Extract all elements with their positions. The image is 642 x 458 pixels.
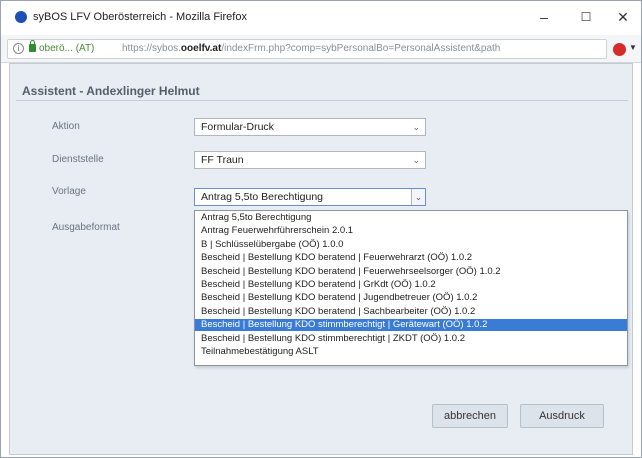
window-title: syBOS LFV Oberösterreich - Mozilla Firef… bbox=[33, 11, 247, 23]
dropdown-option[interactable]: Bescheid | Bestellung KDO beratend | Feu… bbox=[195, 252, 627, 264]
assistant-dialog: Assistent - Andexlinger Helmut Aktion Fo… bbox=[9, 63, 633, 455]
url-suffix: /indexFrm.php?comp=sybPersonalBo=Persona… bbox=[221, 43, 501, 54]
maximize-button[interactable]: ☐ bbox=[571, 5, 601, 29]
dienststelle-value: FF Traun bbox=[201, 154, 244, 166]
dropdown-option[interactable]: Antrag 5,5to Berechtigung bbox=[195, 212, 627, 224]
chevron-down-icon: ⌄ bbox=[412, 155, 420, 165]
lock-icon bbox=[29, 40, 36, 52]
url-prefix: https://sybos. bbox=[122, 43, 181, 54]
url-bar: i oberö... (AT) https://sybos.ooelfv.at/… bbox=[1, 35, 641, 63]
close-button[interactable]: ✕ bbox=[608, 5, 638, 29]
address-field[interactable]: i oberö... (AT) https://sybos.ooelfv.at/… bbox=[7, 39, 607, 59]
divider bbox=[16, 100, 628, 101]
dropdown-option[interactable]: B | Schlüsselübergabe (OÖ) 1.0.0 bbox=[195, 239, 627, 251]
dropdown-option[interactable]: Bescheid | Bestellung KDO beratend | GrK… bbox=[195, 279, 627, 291]
dropdown-option[interactable]: Bescheid | Bestellung KDO stimmberechtig… bbox=[195, 333, 627, 345]
addon-icon[interactable] bbox=[613, 43, 626, 56]
vorlage-select[interactable]: Antrag 5,5to Berechtigung ⌄ bbox=[194, 188, 426, 206]
print-button[interactable]: Ausdruck bbox=[520, 404, 604, 428]
dropdown-option[interactable]: Bescheid | Bestellung KDO stimmberechtig… bbox=[195, 319, 627, 332]
aktion-label: Aktion bbox=[52, 121, 80, 132]
url-domain: ooelfv.at bbox=[180, 43, 222, 54]
dropdown-option[interactable]: Antrag Feuerwehrführerschein 2.0.1 bbox=[195, 225, 627, 237]
dropdown-option[interactable]: Bescheid | Bestellung KDO beratend | Feu… bbox=[195, 266, 627, 278]
ausgabeformat-label: Ausgabeformat bbox=[52, 222, 120, 233]
chevron-down-icon: ⌄ bbox=[412, 122, 420, 132]
aktion-select[interactable]: Formular-Druck ⌄ bbox=[194, 118, 426, 136]
chevron-down-icon[interactable]: ▼ bbox=[629, 43, 637, 52]
aktion-value: Formular-Druck bbox=[201, 121, 274, 133]
dienststelle-select[interactable]: FF Traun ⌄ bbox=[194, 151, 426, 169]
dropdown-option[interactable]: Teilnahmebestätigung ASLT bbox=[195, 346, 627, 358]
dropdown-option[interactable]: Bescheid | Bestellung KDO beratend | Sac… bbox=[195, 306, 627, 318]
browser-window: syBOS LFV Oberösterreich - Mozilla Firef… bbox=[0, 0, 642, 458]
site-identity[interactable]: oberö... (AT) bbox=[39, 43, 94, 54]
info-icon[interactable]: i bbox=[13, 43, 24, 54]
firefox-icon bbox=[15, 11, 27, 23]
dialog-title: Assistent - Andexlinger Helmut bbox=[22, 84, 200, 98]
minimize-button[interactable]: – bbox=[529, 5, 559, 29]
url-text[interactable]: https://sybos.ooelfv.at/indexFrm.php?com… bbox=[122, 43, 500, 54]
cancel-button[interactable]: abbrechen bbox=[432, 404, 508, 428]
vorlage-label: Vorlage bbox=[52, 186, 86, 197]
chevron-down-icon[interactable]: ⌄ bbox=[411, 189, 425, 205]
title-bar: syBOS LFV Oberösterreich - Mozilla Firef… bbox=[1, 1, 641, 35]
dienststelle-label: Dienststelle bbox=[52, 154, 104, 165]
dropdown-option[interactable]: Bescheid | Bestellung KDO beratend | Jug… bbox=[195, 292, 627, 304]
vorlage-dropdown-list: Antrag 5,5to Berechtigung Antrag Feuerweh… bbox=[194, 210, 628, 366]
vorlage-value: Antrag 5,5to Berechtigung bbox=[201, 191, 324, 203]
